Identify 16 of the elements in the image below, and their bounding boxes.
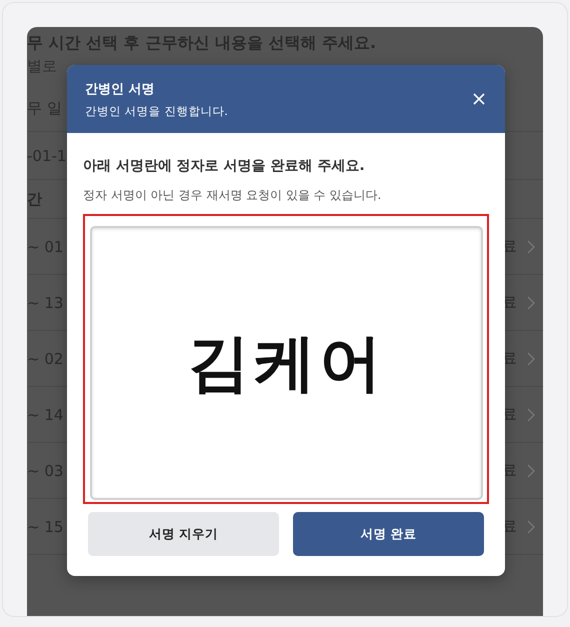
close-button[interactable]	[471, 91, 487, 107]
chevron-icon	[527, 520, 535, 534]
signature-text: 김케어	[188, 325, 386, 401]
complete-button[interactable]: 서명 완료	[293, 512, 484, 556]
chevron-icon	[527, 352, 535, 366]
instruction-text: 아래 서명란에 정자로 서명을 완료해 주세요.	[83, 157, 366, 175]
chevron-icon	[527, 240, 535, 254]
signature-pad[interactable]: 김케어	[90, 226, 483, 500]
close-icon	[473, 93, 485, 105]
dialog-title: 간병인 서명	[85, 80, 156, 98]
dialog-subtitle: 간병인 서명을 진행합니다.	[85, 104, 228, 118]
chevron-icon	[527, 408, 535, 422]
chevron-icon	[527, 296, 535, 310]
note-text: 정자 서명이 아닌 경우 재서명 요청이 있을 수 있습니다.	[83, 187, 382, 204]
clear-button[interactable]: 서명 지우기	[88, 512, 279, 556]
chevron-icon	[527, 464, 535, 478]
